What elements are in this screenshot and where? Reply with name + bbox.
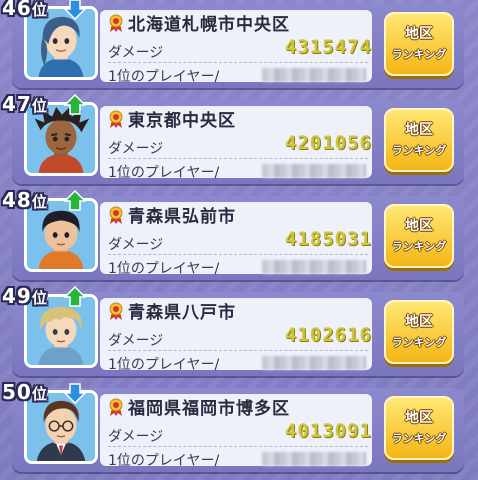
region-ranking-button-line2: ランキング xyxy=(391,336,447,349)
ranking-row: 50位 福岡県福岡市博多区 ダメージ 4013091 1位のプレイヤー/ 地区 … xyxy=(0,380,478,476)
blurred-player-name xyxy=(262,68,366,82)
top-player-label: 1位のプレイヤー/ xyxy=(108,261,220,277)
divider xyxy=(108,62,368,63)
damage-value: 4102616 xyxy=(284,324,372,346)
region-ranking-button[interactable]: 地区 ランキング xyxy=(384,396,454,460)
damage-label: ダメージ xyxy=(108,237,164,253)
region-ranking-button[interactable]: 地区 ランキング xyxy=(384,108,454,172)
top-player-label: 1位のプレイヤー/ xyxy=(108,357,220,373)
region-ranking-button[interactable]: 地区 ランキング xyxy=(384,300,454,364)
region-ranking-button-line1: 地区 xyxy=(405,314,433,330)
blurred-player-name xyxy=(262,164,366,178)
damage-value: 4315474 xyxy=(284,36,372,58)
arrow-up-icon xyxy=(64,286,86,307)
blurred-player-name xyxy=(262,260,366,274)
region-ranking-button[interactable]: 地区 ランキング xyxy=(384,204,454,268)
divider xyxy=(108,350,368,351)
rank-number: 46位 xyxy=(2,0,48,20)
arrow-up-icon xyxy=(64,94,86,115)
top-player-label: 1位のプレイヤー/ xyxy=(108,453,220,469)
ranking-row: 48位 青森県弘前市 ダメージ 4185031 1位のプレイヤー/ 地区 ランキ… xyxy=(0,188,478,284)
damage-label: ダメージ xyxy=(108,333,164,349)
region-ranking-button-line2: ランキング xyxy=(391,432,447,445)
medal-icon xyxy=(109,206,123,224)
region-ranking-button-line1: 地区 xyxy=(405,218,433,234)
damage-value: 4201056 xyxy=(284,132,372,154)
blurred-player-name xyxy=(262,452,366,466)
top-player-label: 1位のプレイヤー/ xyxy=(108,165,220,181)
damage-value: 4013091 xyxy=(284,420,372,442)
damage-value: 4185031 xyxy=(284,228,372,250)
region-name: 東京都中央区 xyxy=(128,111,236,131)
ranking-row: 49位 青森県八戸市 ダメージ 4102616 1位のプレイヤー/ 地区 ランキ… xyxy=(0,284,478,380)
divider xyxy=(108,158,368,159)
region-name: 青森県弘前市 xyxy=(128,207,236,227)
region-ranking-button-line2: ランキング xyxy=(391,144,447,157)
medal-icon xyxy=(109,398,123,416)
region-name: 福岡県福岡市博多区 xyxy=(128,399,290,419)
damage-label: ダメージ xyxy=(108,141,164,157)
region-ranking-button-line1: 地区 xyxy=(405,122,433,138)
divider xyxy=(108,446,368,447)
top-player-label: 1位のプレイヤー/ xyxy=(108,69,220,85)
damage-label: ダメージ xyxy=(108,45,164,61)
rank-number: 47位 xyxy=(2,92,48,116)
region-ranking-button-line1: 地区 xyxy=(405,410,433,426)
region-ranking-button[interactable]: 地区 ランキング xyxy=(384,12,454,76)
ranking-row: 46位 北海道札幌市中央区 ダメージ 4315474 1位のプレイヤー/ 地区 … xyxy=(0,0,478,92)
divider xyxy=(108,254,368,255)
region-ranking-button-line2: ランキング xyxy=(391,48,447,61)
arrow-down-icon xyxy=(64,0,86,20)
rank-number: 50位 xyxy=(2,380,48,404)
rank-number: 49位 xyxy=(2,284,48,308)
arrow-up-icon xyxy=(64,190,86,211)
medal-icon xyxy=(109,14,123,32)
medal-icon xyxy=(109,302,123,320)
ranking-row: 47位 東京都中央区 ダメージ 4201056 1位のプレイヤー/ 地区 ランキ… xyxy=(0,92,478,188)
damage-label: ダメージ xyxy=(108,429,164,445)
rank-number: 48位 xyxy=(2,188,48,212)
region-ranking-button-line1: 地区 xyxy=(405,26,433,42)
medal-icon xyxy=(109,110,123,128)
arrow-down-icon xyxy=(64,383,86,404)
region-ranking-button-line2: ランキング xyxy=(391,240,447,253)
region-name: 青森県八戸市 xyxy=(128,303,236,323)
blurred-player-name xyxy=(262,356,366,370)
region-name: 北海道札幌市中央区 xyxy=(128,15,290,35)
